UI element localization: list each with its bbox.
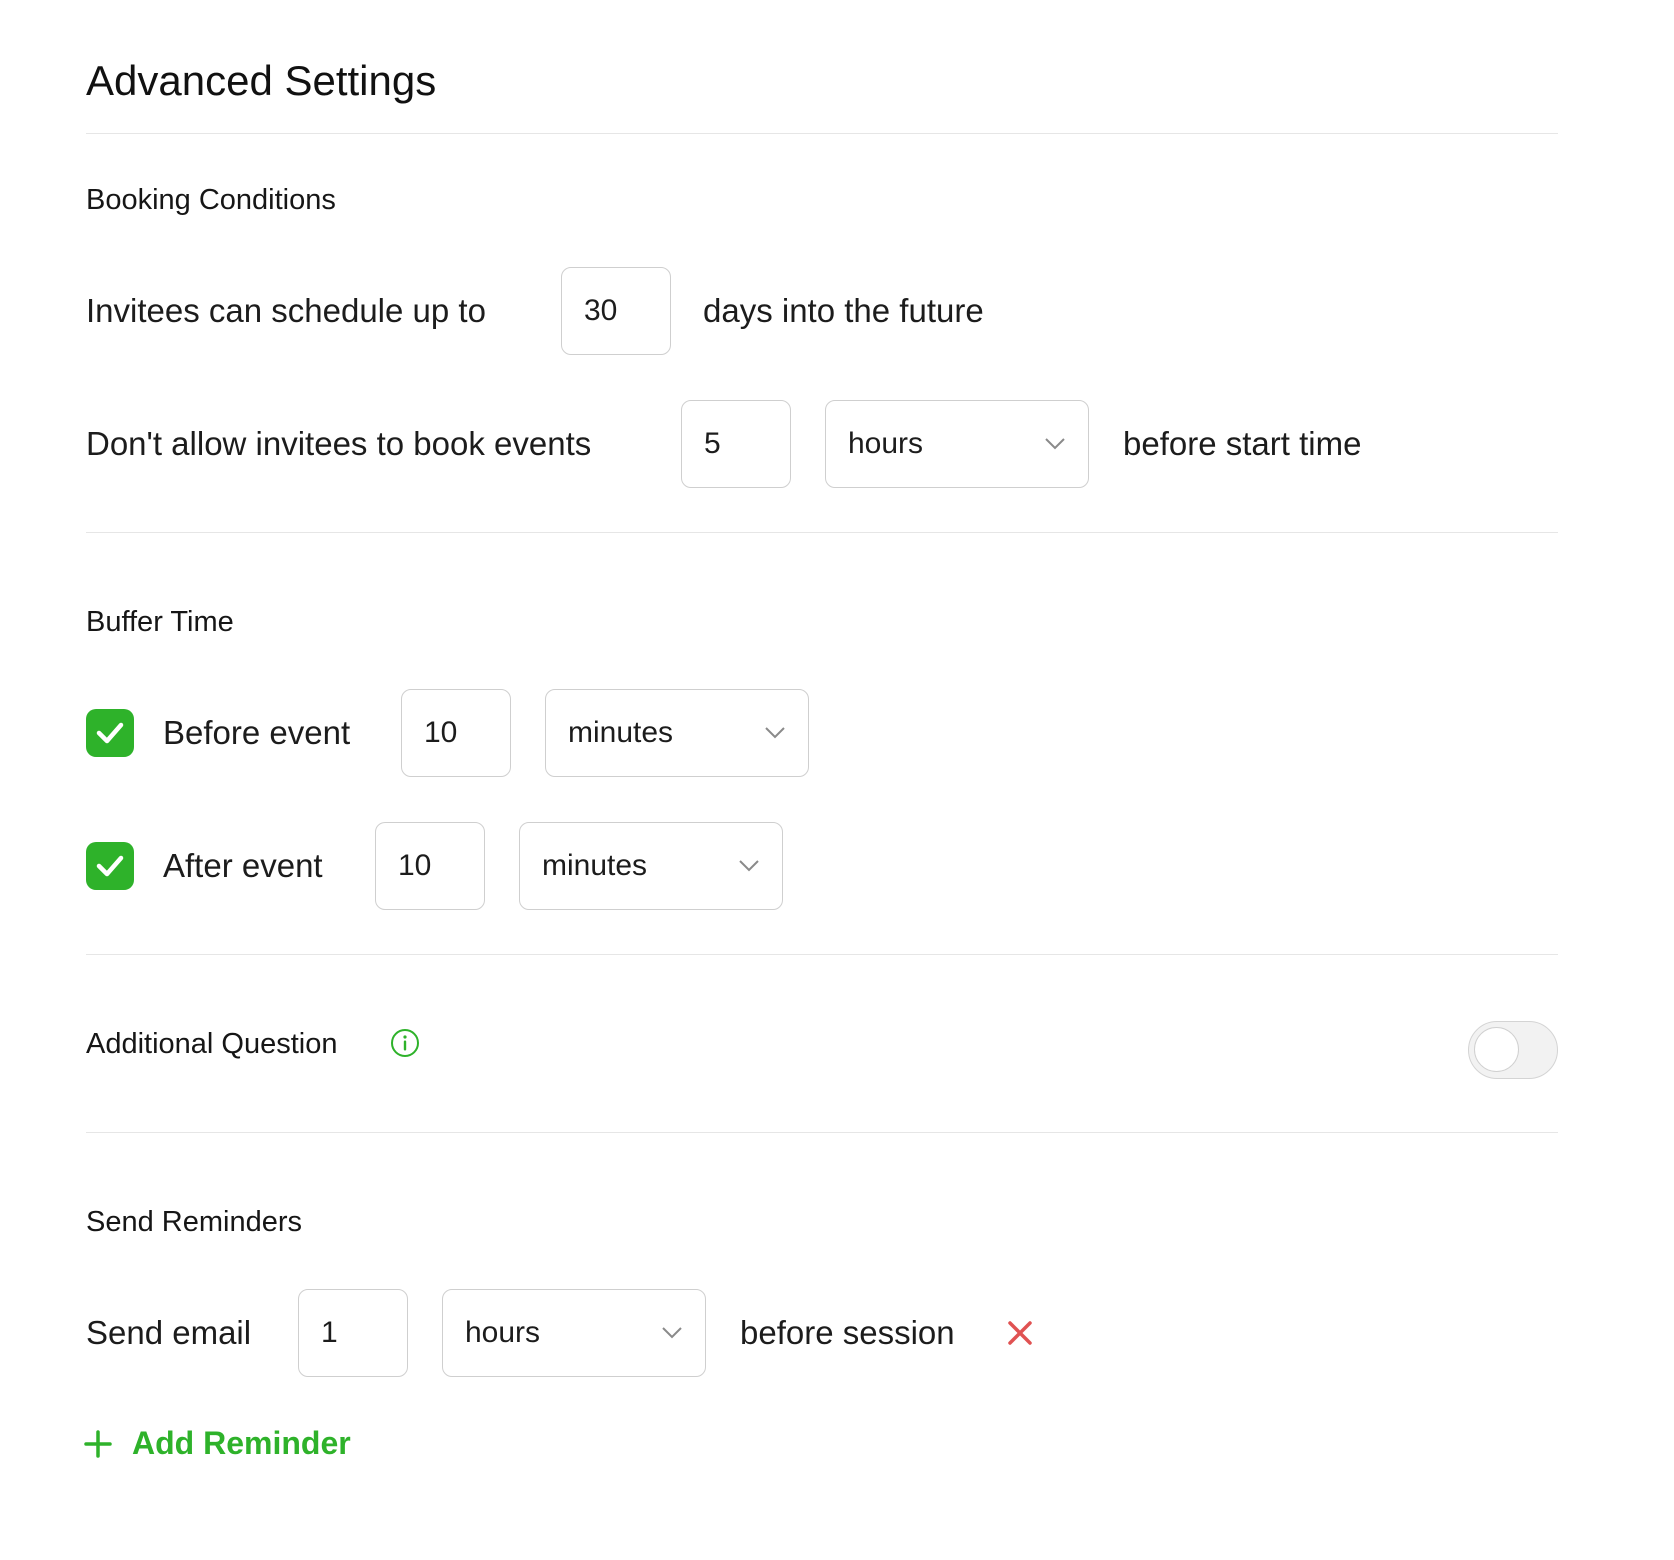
schedule-prefix-label: Invitees can schedule up to — [86, 292, 486, 329]
add-reminder-button[interactable]: Add Reminder — [84, 1425, 351, 1462]
reminder-unit-value: hours — [465, 1316, 541, 1349]
reminder-suffix-label: before session — [740, 1314, 955, 1351]
toggle-knob — [1474, 1027, 1519, 1072]
before-event-value: 10 — [424, 716, 458, 749]
after-event-unit-select[interactable]: minutes — [519, 822, 783, 910]
section-divider — [86, 532, 1558, 533]
plus-icon — [84, 1429, 112, 1458]
after-event-value: 10 — [398, 849, 432, 882]
chevron-down-icon — [764, 722, 786, 744]
chevron-down-icon — [1044, 433, 1066, 455]
add-reminder-label: Add Reminder — [132, 1425, 351, 1461]
checkmark-icon — [96, 855, 124, 877]
booking-conditions-heading: Booking Conditions — [86, 184, 336, 216]
notice-value-input[interactable]: 5 — [681, 400, 791, 488]
title-divider — [86, 133, 1558, 134]
section-divider — [86, 1132, 1558, 1133]
reminder-value-input[interactable]: 1 — [298, 1289, 408, 1377]
additional-question-toggle[interactable] — [1468, 1021, 1558, 1079]
before-event-label: Before event — [163, 714, 351, 751]
info-icon[interactable] — [390, 1028, 420, 1058]
before-event-unit-select[interactable]: minutes — [545, 689, 809, 777]
after-event-label: After event — [163, 847, 323, 884]
schedule-days-value: 30 — [584, 294, 618, 327]
chevron-down-icon — [738, 855, 760, 877]
reminder-unit-select[interactable]: hours — [442, 1289, 706, 1377]
chevron-down-icon — [661, 1322, 683, 1344]
before-event-value-input[interactable]: 10 — [401, 689, 511, 777]
page-title: Advanced Settings — [86, 57, 437, 104]
notice-value: 5 — [704, 427, 721, 460]
reminder-value: 1 — [321, 1316, 338, 1349]
send-reminders-heading: Send Reminders — [86, 1206, 302, 1238]
remove-reminder-button[interactable] — [1004, 1317, 1036, 1349]
notice-unit-select[interactable]: hours — [825, 400, 1089, 488]
before-event-checkbox[interactable] — [86, 709, 134, 757]
section-divider — [86, 954, 1558, 955]
after-event-value-input[interactable]: 10 — [375, 822, 485, 910]
schedule-suffix-label: days into the future — [703, 292, 984, 329]
after-event-unit-value: minutes — [542, 849, 648, 882]
notice-unit-value: hours — [848, 427, 924, 460]
additional-question-heading: Additional Question — [86, 1028, 338, 1060]
after-event-checkbox[interactable] — [86, 842, 134, 890]
reminder-prefix-label: Send email — [86, 1314, 252, 1351]
close-icon — [1008, 1321, 1032, 1345]
buffer-time-heading: Buffer Time — [86, 606, 234, 638]
notice-prefix-label: Don't allow invitees to book events — [86, 425, 592, 462]
before-event-unit-value: minutes — [568, 716, 674, 749]
checkmark-icon — [96, 722, 124, 744]
notice-suffix-label: before start time — [1123, 425, 1362, 462]
schedule-days-input[interactable]: 30 — [561, 267, 671, 355]
